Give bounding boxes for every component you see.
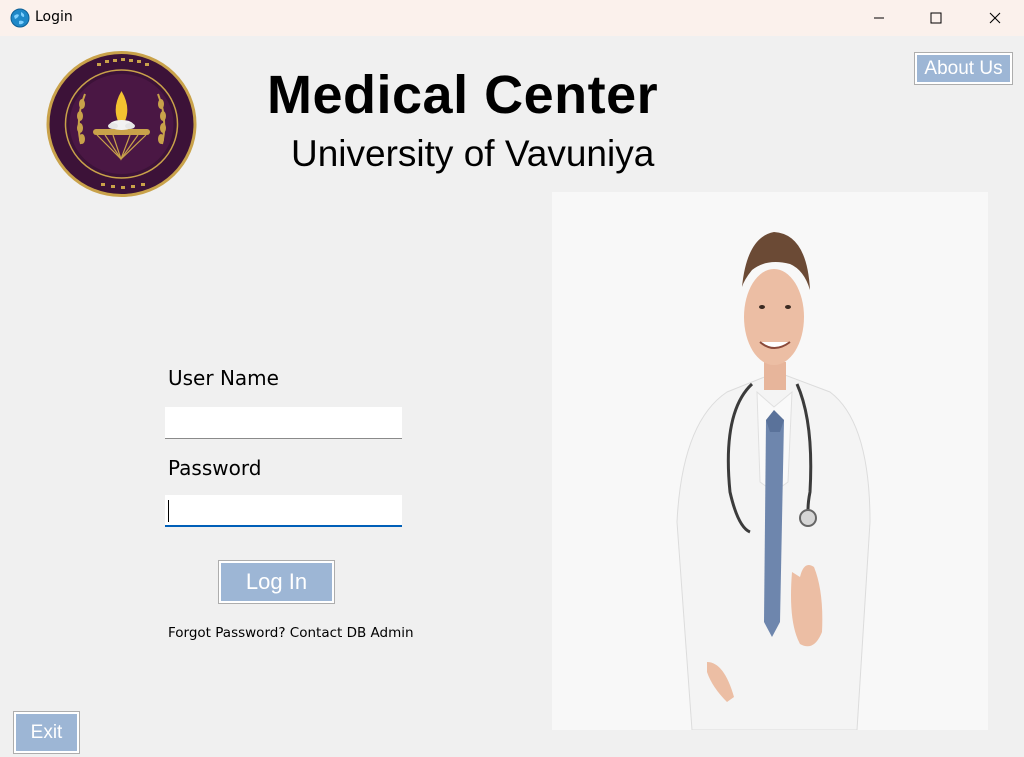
password-label: Password	[168, 456, 262, 480]
close-button[interactable]	[966, 0, 1024, 36]
minimize-icon	[873, 12, 885, 24]
close-icon	[989, 12, 1001, 24]
text-caret	[168, 500, 169, 522]
app-title: Medical Center	[267, 65, 659, 125]
login-button[interactable]: Log In	[218, 560, 335, 604]
window-title: Login	[35, 9, 73, 25]
minimize-button[interactable]	[850, 0, 908, 36]
title-bar: Login	[0, 0, 1024, 36]
maximize-icon	[930, 12, 942, 24]
maximize-button[interactable]	[907, 0, 965, 36]
university-logo	[45, 49, 198, 199]
app-subtitle: University of Vavuniya	[291, 133, 655, 174]
doctor-photo	[552, 192, 988, 731]
username-label: User Name	[168, 366, 279, 390]
about-us-button[interactable]: About Us	[914, 52, 1013, 85]
password-input[interactable]	[165, 495, 402, 527]
globe-icon	[10, 8, 30, 28]
forgot-password-text: Forgot Password? Contact DB Admin	[168, 625, 414, 641]
username-input[interactable]	[165, 407, 402, 439]
exit-button[interactable]: Exit	[13, 711, 80, 754]
